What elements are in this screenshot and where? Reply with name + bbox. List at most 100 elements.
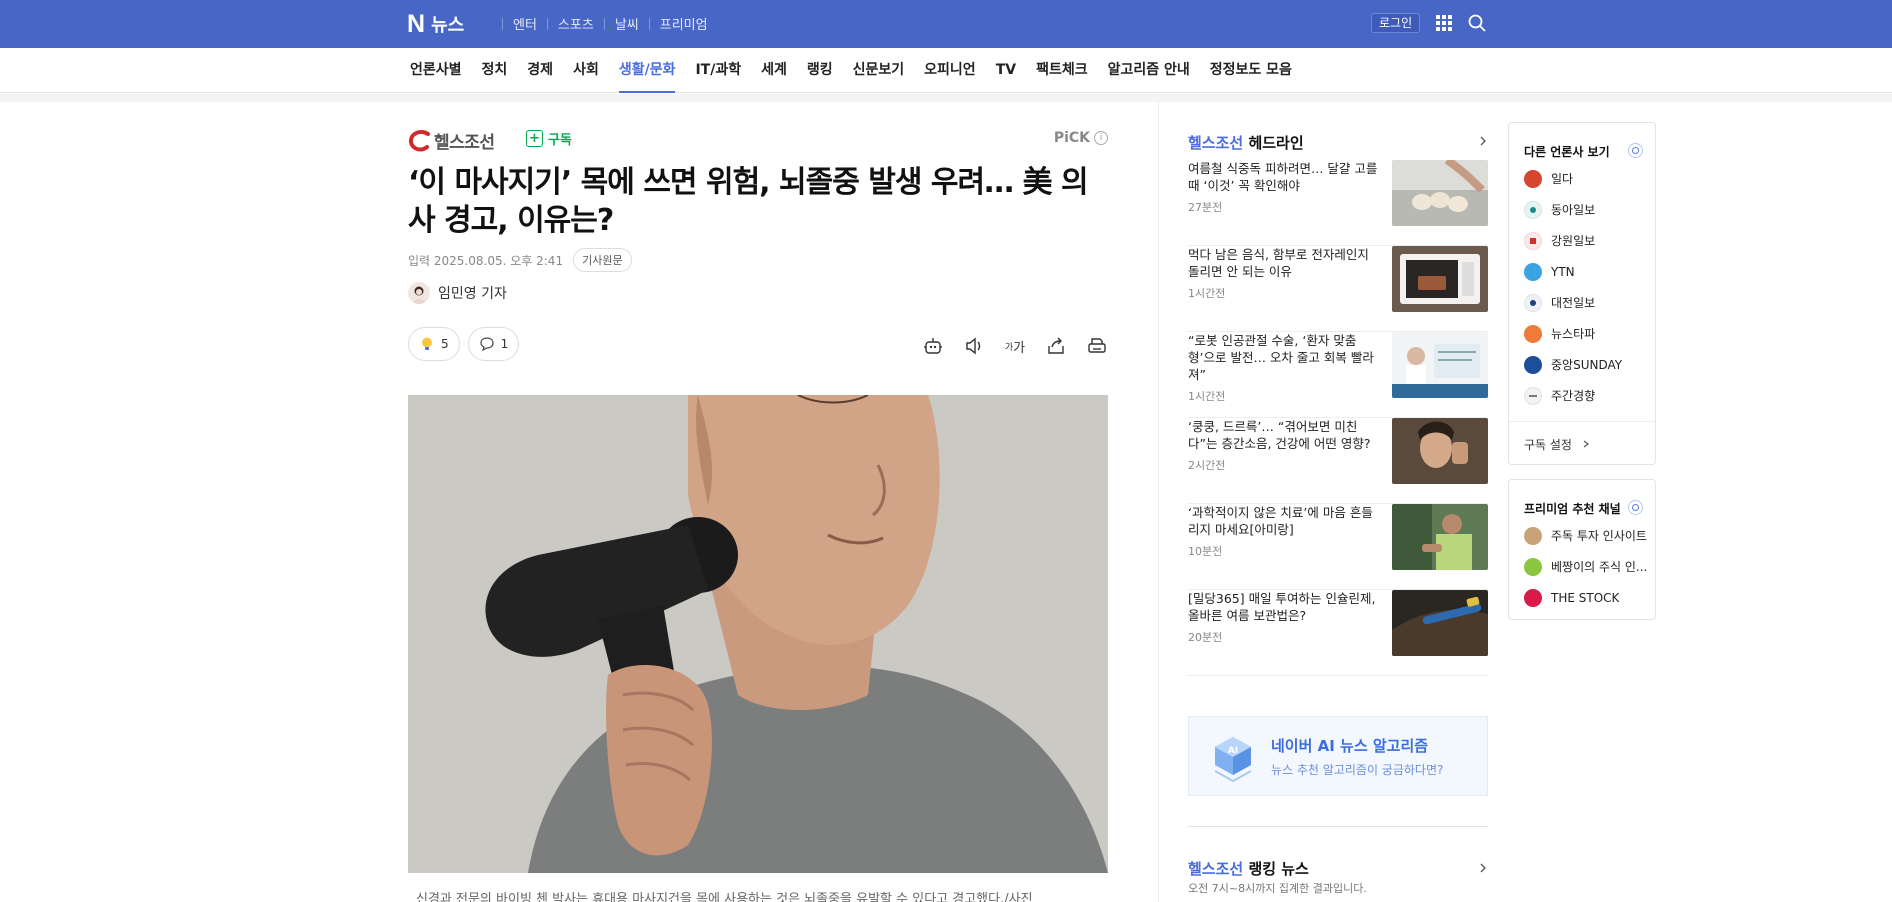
- top-bar: N 뉴스 엔터 스포츠 날씨 프리미엄 로그인: [0, 0, 1892, 48]
- comment-icon: [480, 337, 494, 352]
- section-economy[interactable]: 경제: [527, 48, 553, 93]
- premium-item[interactable]: 주독 투자 인사이트: [1524, 520, 1647, 551]
- reaction-button[interactable]: 5: [408, 327, 460, 361]
- ai-algorithm-banner[interactable]: AI 네이버 AI 뉴스 알고리즘 뉴스 추천 알고리즘이 궁금하다면?: [1188, 716, 1488, 796]
- header-shadow: [0, 94, 1892, 102]
- topnav-weather[interactable]: 날씨: [615, 14, 639, 33]
- section-opinion[interactable]: 오피니언: [924, 48, 976, 93]
- section-newspaper[interactable]: 신문보기: [853, 48, 905, 93]
- info-icon[interactable]: i: [1094, 131, 1108, 145]
- chevron-right-icon[interactable]: [1478, 136, 1488, 146]
- font-size-glyph: 가: [1013, 340, 1026, 356]
- subscribe-button[interactable]: + 구독: [526, 129, 572, 148]
- ai-cube-icon: AI: [1214, 737, 1252, 783]
- ai-banner-title: 네이버 AI 뉴스 알고리즘: [1271, 737, 1429, 755]
- summary-bot-icon[interactable]: [922, 335, 944, 357]
- original-article-link[interactable]: 기사원문: [573, 248, 632, 272]
- photo-caption: 신경과 전문의 바이빙 첸 박사는 휴대용 마사지건을 목에 사용하는 것은 뇌…: [416, 892, 1033, 902]
- section-life-culture[interactable]: 생활/문화: [618, 48, 675, 93]
- font-size-icon[interactable]: 가가: [1004, 335, 1026, 357]
- channel-avatar-icon: [1524, 557, 1542, 576]
- topnav-premium[interactable]: 프리미엄: [660, 14, 708, 33]
- pick-badge[interactable]: PiCK i: [1054, 130, 1108, 146]
- topnav-entertainment[interactable]: 엔터: [513, 14, 537, 33]
- premium-list: 주독 투자 인사이트 베짱이의 주식 인... THE STOCK: [1524, 520, 1647, 613]
- column-divider: [1158, 102, 1159, 902]
- service-menu-icon[interactable]: [1436, 15, 1452, 31]
- refresh-icon[interactable]: [1628, 143, 1643, 158]
- reporter[interactable]: 임민영 기자: [408, 282, 507, 304]
- search-icon[interactable]: [1467, 13, 1487, 33]
- subscription-settings[interactable]: 구독 설정: [1509, 421, 1655, 464]
- premium-item[interactable]: 베짱이의 주식 인...: [1524, 551, 1647, 582]
- headline-item-title: ‘과학적이지 않은 치료’에 마음 흔들리지 마세요[아미랑]: [1188, 505, 1373, 537]
- headline-item[interactable]: 먹다 남은 음식, 함부로 전자레인지 돌리면 안 되는 이유 1시간전: [1188, 246, 1488, 332]
- press-logo-icon: [1524, 355, 1542, 374]
- headline-thumbnail: [1392, 246, 1488, 312]
- headline-item[interactable]: ‘과학적이지 않은 치료’에 마음 흔들리지 마세요[아미랑] 10분전: [1188, 504, 1488, 590]
- other-press-panel: 다른 언론사 보기 일다 동아일보 강원일보 YTN 대전일보 뉴스타파 중앙S…: [1508, 122, 1656, 465]
- press-item[interactable]: 강원일보: [1524, 225, 1622, 256]
- press-item-label: 뉴스타파: [1551, 327, 1596, 341]
- chevron-right-icon[interactable]: [1478, 863, 1488, 873]
- headline-item[interactable]: [밀당365] 매일 투여하는 인슐린제, 올바른 여름 보관법은? 20분전: [1188, 590, 1488, 676]
- press-item[interactable]: 주간경향: [1524, 380, 1622, 411]
- audio-icon[interactable]: [963, 335, 985, 357]
- section-society[interactable]: 사회: [573, 48, 599, 93]
- share-icon[interactable]: [1045, 335, 1067, 357]
- headline-thumbnail: [1392, 332, 1488, 398]
- headline-item-title: [밀당365] 매일 투여하는 인슐린제, 올바른 여름 보관법은?: [1188, 591, 1376, 623]
- ranking-brand: 헬스조선: [1188, 860, 1244, 878]
- font-size-small-glyph: 가: [1004, 342, 1014, 353]
- channel-avatar-icon: [1524, 526, 1542, 545]
- divider: [1188, 826, 1488, 827]
- massage-gun-photo-image: [408, 395, 1108, 873]
- headline-item-time: 1시간전: [1188, 390, 1226, 403]
- subscribe-label: 구독: [548, 133, 572, 148]
- channel-avatar-icon: [1524, 588, 1542, 607]
- print-icon[interactable]: [1086, 335, 1108, 357]
- press-logo-icon: [1524, 386, 1542, 405]
- press-item[interactable]: 중앙SUNDAY: [1524, 349, 1622, 380]
- comment-button[interactable]: 1: [467, 327, 520, 361]
- press-row: 헬스조선 + 구독 PiCK i: [408, 128, 1108, 153]
- health-chosun-logo-icon: [408, 129, 430, 151]
- headline-item[interactable]: “로봇 인공관절 수술, ‘환자 맞춤형’으로 발전… 오차 줄고 회복 빨라져…: [1188, 332, 1488, 418]
- publish-date: 입력 2025.08.05. 오후 2:41: [408, 253, 564, 268]
- ranking-section-title[interactable]: 헬스조선 랭킹 뉴스: [1188, 858, 1309, 879]
- press-item[interactable]: 동아일보: [1524, 194, 1622, 225]
- headline-item[interactable]: 여름철 식중독 피하려면… 달걀 고를 때 ‘이것’ 꼭 확인해야 27분전: [1188, 160, 1488, 246]
- topnav-sports[interactable]: 스포츠: [558, 14, 594, 33]
- headline-thumbnail: [1392, 504, 1488, 570]
- section-politics[interactable]: 정치: [482, 48, 508, 93]
- press-item[interactable]: 대전일보: [1524, 287, 1622, 318]
- pick-label: PiCK: [1053, 130, 1090, 146]
- news-logo-text: 뉴스: [431, 15, 465, 36]
- ai-cube-label: AI: [1228, 746, 1238, 756]
- section-world[interactable]: 세계: [761, 48, 787, 93]
- section-corrections[interactable]: 정정보도 모음: [1210, 48, 1292, 93]
- section-factcheck[interactable]: 팩트체크: [1036, 48, 1088, 93]
- section-tv[interactable]: TV: [996, 48, 1016, 93]
- press-item[interactable]: 일다: [1524, 163, 1622, 194]
- ranking-note: 오전 7시~8시까지 집계한 결과입니다.: [1188, 882, 1367, 895]
- headline-section-title[interactable]: 헬스조선 헤드라인: [1188, 132, 1304, 153]
- plus-icon: +: [526, 130, 543, 147]
- headline-thumbnail: [1392, 160, 1488, 226]
- press-item[interactable]: 뉴스타파: [1524, 318, 1622, 349]
- section-ranking[interactable]: 랭킹: [807, 48, 833, 93]
- headline-item[interactable]: ‘쿵쿵, 드르륵’… “겪어보면 미친다”는 층간소음, 건강에 어떤 영향? …: [1188, 418, 1488, 504]
- section-it-science[interactable]: IT/과학: [695, 48, 741, 93]
- section-by-press[interactable]: 언론사별: [410, 48, 462, 93]
- press-logo-icon: [1524, 169, 1542, 188]
- press-item[interactable]: YTN: [1524, 256, 1622, 287]
- press-logo-icon: [1524, 293, 1542, 312]
- press-logo[interactable]: 헬스조선: [408, 128, 495, 153]
- headline-item-time: 27분전: [1188, 201, 1223, 214]
- premium-item[interactable]: THE STOCK: [1524, 582, 1647, 613]
- naver-news-logo[interactable]: N 뉴스: [407, 11, 464, 37]
- divider: [502, 17, 503, 30]
- section-algorithm[interactable]: 알고리즘 안내: [1108, 48, 1190, 93]
- refresh-icon[interactable]: [1628, 500, 1643, 515]
- login-button[interactable]: 로그인: [1371, 13, 1421, 33]
